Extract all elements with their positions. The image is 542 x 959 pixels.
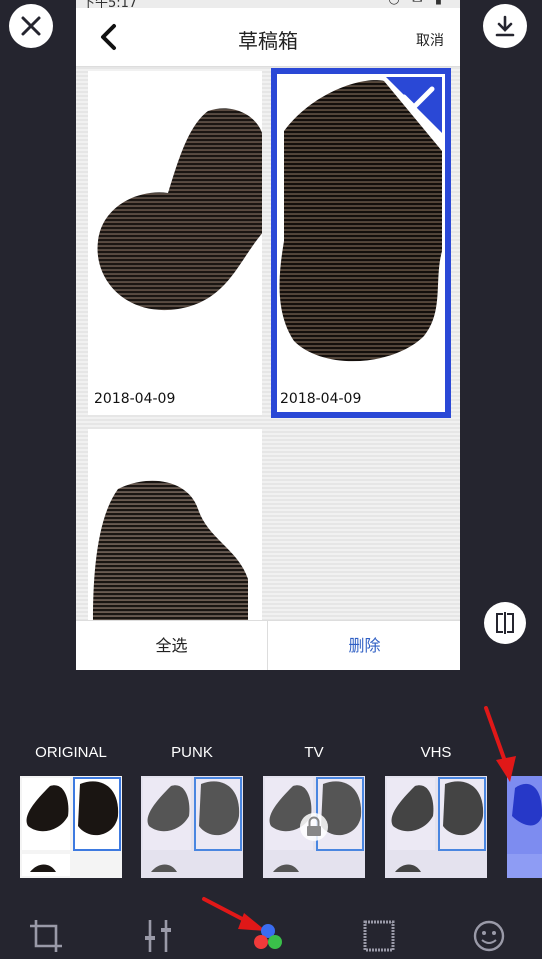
filter-thumb-blue[interactable]: [507, 776, 542, 878]
cancel-button[interactable]: 取消: [416, 30, 444, 50]
draft-box-screenshot: 下午5:17 ◷ ✉ ▮ 草稿箱 取消 2018-04-09: [76, 0, 460, 670]
lock-icon: [300, 813, 328, 841]
status-bar: 下午5:17 ◷ ✉ ▮: [76, 0, 460, 11]
close-button[interactable]: [9, 4, 53, 48]
crop-icon[interactable]: [28, 918, 64, 954]
draft-item[interactable]: [88, 429, 262, 620]
page-title: 草稿箱: [238, 29, 298, 53]
filter-label-punk: PUNK: [171, 744, 213, 761]
draft-date: 2018-04-09: [94, 391, 176, 407]
color-filter-icon[interactable]: [250, 918, 286, 954]
sticker-icon[interactable]: [471, 918, 507, 954]
draft-item-selected[interactable]: 2018-04-09: [271, 68, 451, 418]
download-button[interactable]: [483, 4, 527, 48]
filter-thumb-vhs[interactable]: [385, 776, 487, 878]
download-icon: [495, 15, 515, 37]
checkmark-icon: [386, 77, 442, 133]
annotation-arrow-filter: [484, 706, 516, 782]
filter-thumb-original[interactable]: [20, 776, 122, 878]
draft-action-bar: 全选 删除: [76, 620, 460, 670]
filter-label-original: ORIGINAL: [35, 744, 107, 761]
app-bar: 草稿箱 取消: [76, 8, 460, 67]
compare-button[interactable]: [484, 602, 526, 644]
draft-date: 2018-04-09: [280, 391, 362, 407]
status-icons: ◷ ✉ ▮: [388, 0, 446, 7]
filter-thumb-punk[interactable]: [141, 776, 243, 878]
brush-stroke-image: [93, 480, 248, 620]
filter-label-tv: TV: [304, 744, 324, 761]
draft-item[interactable]: 2018-04-09: [88, 71, 262, 415]
draft-grid: 2018-04-09 2018-04-09: [76, 67, 460, 620]
filter-thumb-tv[interactable]: [263, 776, 365, 878]
delete-button[interactable]: 删除: [269, 621, 460, 670]
adjust-icon[interactable]: [140, 918, 176, 954]
select-all-button[interactable]: 全选: [76, 621, 268, 670]
frame-icon[interactable]: [361, 918, 397, 954]
close-icon: [21, 16, 41, 36]
filter-label-vhs: VHS: [420, 744, 452, 761]
brush-stroke-image: [97, 108, 262, 311]
compare-icon: [496, 612, 514, 634]
